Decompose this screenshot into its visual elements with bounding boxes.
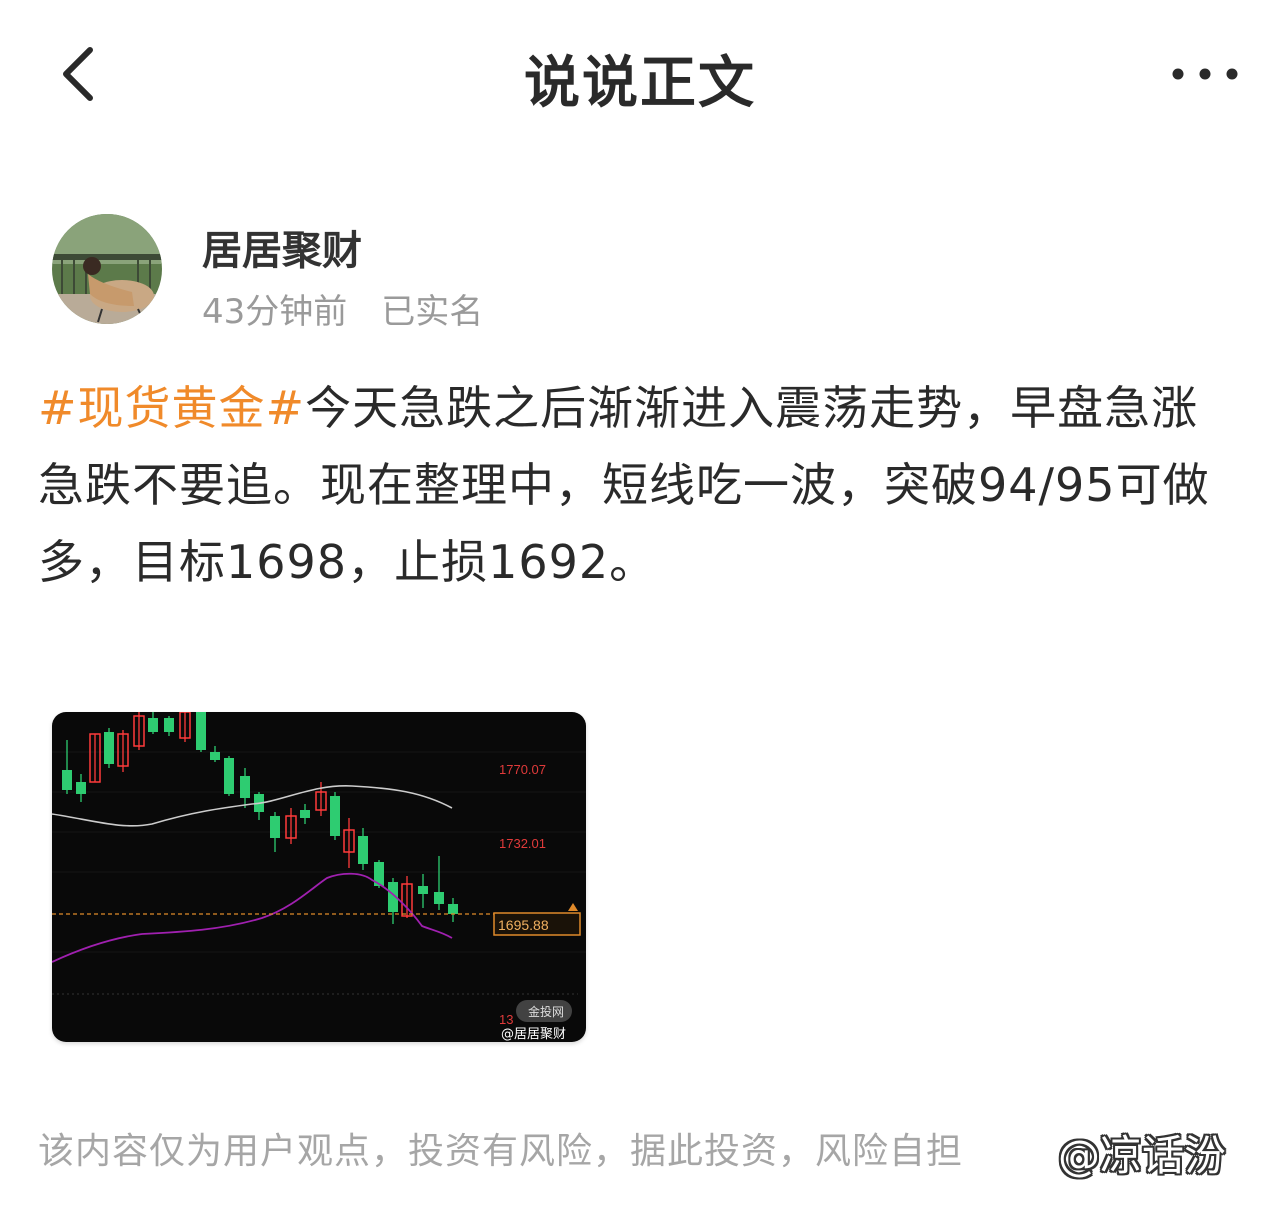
candle-body [62,770,72,790]
price-label-1: 1770.07 [499,762,546,777]
source-badge-text: 金投网 [528,1004,564,1019]
candle-body [418,886,428,894]
candle-body [76,782,86,794]
candle-body [434,892,444,904]
post-time: 43分钟前 [202,292,348,332]
author-section: 居居聚财 43分钟前 已实名 [52,214,952,332]
image-watermark: @居居聚财 [501,1027,566,1042]
post-content: #现货黄金#今天急跌之后渐渐进入震荡走势，早盘急涨急跌不要追。现在整理中，短线吃… [38,370,1238,601]
candle-body [164,718,174,732]
candle-body [196,712,206,750]
candle-body [240,776,250,798]
candle-body [358,836,368,864]
price-marker-icon [568,903,578,911]
current-price-label: 1695.88 [498,917,549,933]
top-bar: 说说正文 [0,0,1280,150]
candle-body [148,718,158,732]
candle-body [270,816,280,838]
more-dots-icon [1172,68,1238,80]
page-title: 说说正文 [524,51,756,116]
candle-body [210,752,220,760]
candle-body [330,796,340,836]
hashtag-link[interactable]: #现货黄金# [38,381,305,435]
avatar[interactable] [52,214,162,324]
price-label-2: 1732.01 [499,836,546,851]
candlestick-chart: 1770.07 1732.01 1695.88 金投网 13 @居居聚财 [52,712,586,1042]
candle-body [104,732,114,764]
post-image-chart[interactable]: 1770.07 1732.01 1695.88 金投网 13 @居居聚财 [52,712,586,1042]
post-meta: 43分钟前 已实名 [202,284,483,333]
candle-body [300,810,310,818]
candle-body [224,758,234,794]
author-name[interactable]: 居居聚财 [202,218,362,276]
partial-price-label: 13 [499,1012,513,1027]
more-button[interactable] [1160,56,1250,92]
risk-disclaimer: 该内容仅为用户观点，投资有风险，据此投资，风险自担 [38,1131,964,1172]
candle-body [448,904,458,914]
avatar-image [52,214,162,324]
footer-watermark: @凉话汾 [1058,1131,1227,1180]
verified-label: 已实名 [381,292,484,332]
